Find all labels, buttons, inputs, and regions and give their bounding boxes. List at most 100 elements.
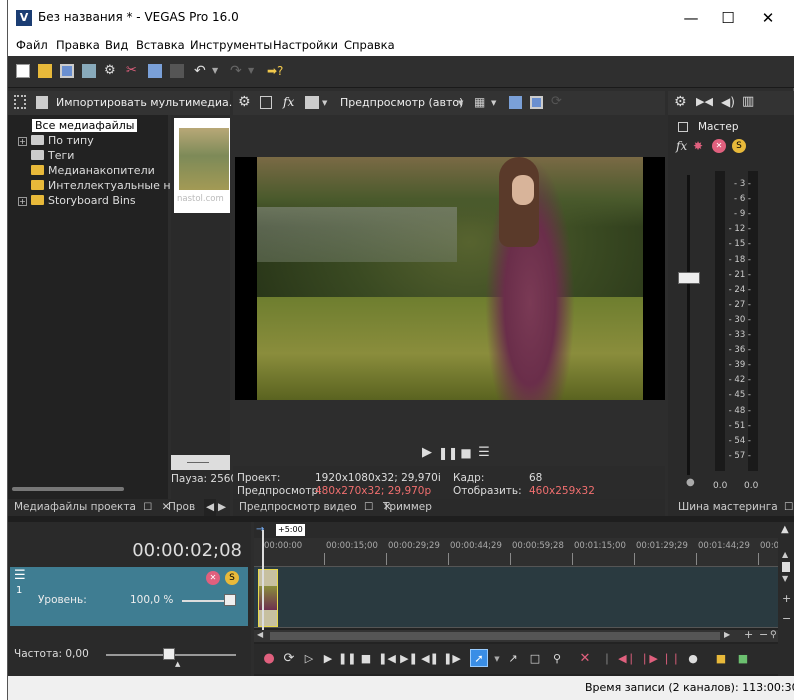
undock-icon[interactable]: ☐ bbox=[784, 501, 793, 513]
open-icon[interactable] bbox=[38, 64, 52, 78]
scroll-up-icon[interactable]: ▲ bbox=[782, 550, 788, 559]
minimize-button[interactable]: — bbox=[676, 6, 706, 30]
tab-trimmer[interactable]: Триммер bbox=[383, 499, 432, 516]
play-icon[interactable]: ▶ bbox=[418, 444, 436, 462]
undock-icon[interactable]: ☐ bbox=[143, 502, 152, 513]
preview-properties-gear-icon[interactable]: ⚙ bbox=[238, 94, 251, 110]
vertical-zoom-in-icon[interactable]: + bbox=[782, 592, 791, 605]
split-screen-icon[interactable] bbox=[305, 96, 319, 109]
expand-plus-icon[interactable]: + bbox=[18, 137, 27, 146]
loop-playback-icon[interactable]: ⟳ bbox=[280, 650, 298, 668]
zoom-selection-icon[interactable]: ⚲ bbox=[548, 650, 566, 668]
tree-item-smart-bins[interactable]: Интеллектуальные наки bbox=[31, 179, 191, 192]
zoom-tool-icon[interactable]: ⚲ bbox=[770, 630, 777, 640]
timeline-stop-icon[interactable]: ■ bbox=[357, 650, 375, 668]
master-fx-icon[interactable]: fx bbox=[676, 139, 687, 153]
undock-icon[interactable]: ☐ bbox=[364, 501, 373, 513]
expand-plus-icon[interactable]: + bbox=[18, 197, 27, 206]
undo-dropdown-icon[interactable]: ▼ bbox=[212, 64, 226, 78]
tree-item-all-media[interactable]: Все медиафайлы bbox=[32, 119, 138, 132]
timeline-pause-icon[interactable]: ❚❚ bbox=[338, 650, 356, 668]
zoom-out-icon[interactable]: − bbox=[759, 628, 768, 641]
track-solo-icon[interactable]: S bbox=[225, 571, 239, 585]
delete-icon[interactable]: ✕ bbox=[576, 650, 594, 668]
timeline-scroll[interactable]: ◀ ▶ + − ⚲ bbox=[254, 628, 778, 642]
menu-edit[interactable]: Правка bbox=[56, 38, 100, 52]
rate-slider-handle[interactable] bbox=[163, 648, 175, 660]
close-button[interactable]: ✕ bbox=[753, 6, 783, 30]
previous-frame-icon[interactable]: ◀❚ bbox=[421, 650, 439, 668]
import-media-icon[interactable] bbox=[36, 96, 48, 109]
new-project-icon[interactable] bbox=[16, 64, 30, 78]
video-fx-icon[interactable]: fx bbox=[283, 95, 294, 109]
menu-view[interactable]: Вид bbox=[105, 38, 128, 52]
undo-icon[interactable]: ↶ bbox=[194, 64, 208, 78]
paste-icon[interactable] bbox=[170, 64, 184, 78]
media-scroll-area[interactable] bbox=[171, 455, 230, 470]
whats-this-help-icon[interactable]: ➡? bbox=[267, 64, 283, 78]
save-icon[interactable] bbox=[60, 64, 74, 78]
track-menu-icon[interactable]: ☰ bbox=[14, 568, 26, 583]
overlays-grid-icon[interactable]: ▦ bbox=[474, 95, 485, 109]
mute-icon[interactable]: ✕ bbox=[712, 139, 726, 153]
redo-dropdown-icon[interactable]: ▼ bbox=[248, 64, 262, 78]
track-mute-icon[interactable]: ✕ bbox=[206, 571, 220, 585]
stop-icon[interactable]: ■ bbox=[457, 444, 475, 462]
tree-item-media-drives[interactable]: Медианакопители bbox=[31, 164, 155, 177]
video-track-header[interactable]: ☰ 1 ✕ S Уровень: 100,0 % bbox=[10, 567, 248, 626]
marker-bar[interactable]: → +5:00 bbox=[254, 522, 778, 538]
master-toggle-icon[interactable] bbox=[678, 122, 688, 132]
record-icon[interactable]: ● bbox=[260, 650, 278, 668]
tree-item-tags[interactable]: Теги bbox=[31, 149, 74, 162]
trim-icon[interactable]: ❘ bbox=[598, 650, 616, 668]
zoom-in-icon[interactable]: + bbox=[744, 628, 753, 641]
downmix-icon[interactable]: ▶◀ bbox=[696, 95, 713, 108]
scroll-right-icon[interactable]: ▶ bbox=[724, 630, 730, 639]
lock-event-icon[interactable]: ● bbox=[684, 650, 702, 668]
mute-speaker-icon[interactable]: ◀) bbox=[721, 95, 735, 109]
trim-end-icon[interactable]: ❘▶ bbox=[640, 650, 658, 668]
menu-tools[interactable]: Инструменты bbox=[190, 38, 272, 52]
media-file-thumbnail[interactable]: nastol.com bbox=[174, 118, 230, 213]
maximize-button[interactable]: ☐ bbox=[713, 6, 743, 30]
redo-icon[interactable]: ↷ bbox=[230, 64, 244, 78]
render-icon[interactable] bbox=[82, 64, 96, 78]
menu-settings[interactable]: Настройки bbox=[273, 38, 338, 52]
sync-icon[interactable]: ⟳ bbox=[551, 94, 562, 109]
import-media-button[interactable]: Импортировать мультимедиа... bbox=[56, 96, 239, 109]
save-snapshot-icon[interactable] bbox=[530, 96, 543, 109]
lock-icon[interactable]: ● bbox=[686, 477, 695, 488]
menu-insert[interactable]: Вставка bbox=[136, 38, 185, 52]
preview-quality-dropdown[interactable]: Предпросмотр (авто) bbox=[340, 96, 463, 109]
master-properties-gear-icon[interactable]: ⚙ bbox=[674, 94, 687, 110]
tree-item-storyboard-bins[interactable]: + Storyboard Bins bbox=[18, 194, 136, 207]
menu-help[interactable]: Справка bbox=[344, 38, 395, 52]
timeline-scroll-thumb[interactable] bbox=[270, 632, 720, 640]
video-frame[interactable] bbox=[235, 157, 665, 400]
tab-scroll-right-icon[interactable]: ▶ bbox=[216, 499, 228, 516]
video-track-lane[interactable] bbox=[254, 566, 778, 628]
scroll-left-icon[interactable]: ◀ bbox=[257, 630, 263, 639]
vertical-zoom-out-icon[interactable]: − bbox=[782, 612, 791, 625]
vertical-scroll-thumb[interactable] bbox=[782, 562, 790, 572]
solo-icon[interactable]: S bbox=[732, 139, 746, 153]
tree-item-by-type[interactable]: + По типу bbox=[18, 134, 94, 147]
scroll-down-icon[interactable]: ▼ bbox=[782, 574, 788, 583]
insert-marker-icon[interactable]: ■ bbox=[712, 650, 730, 668]
properties-gear-icon[interactable]: ⚙ bbox=[104, 64, 118, 78]
go-to-start-icon[interactable]: ❚◀ bbox=[378, 650, 396, 668]
tab-explorer[interactable]: Пров bbox=[168, 499, 204, 516]
split-dropdown-icon[interactable]: ▼ bbox=[322, 99, 327, 107]
envelope-tool-icon[interactable]: ↗ bbox=[504, 650, 522, 668]
trim-start-icon[interactable]: ◀❘ bbox=[618, 650, 636, 668]
copy-icon[interactable] bbox=[148, 64, 162, 78]
menu-icon[interactable]: ☰ bbox=[475, 444, 493, 462]
track-level-handle[interactable] bbox=[224, 594, 236, 606]
split-icon[interactable]: ❘❘ bbox=[662, 650, 680, 668]
automation-icon[interactable]: ✸ bbox=[693, 139, 703, 153]
go-to-end-icon[interactable]: ▶❚ bbox=[400, 650, 418, 668]
tab-scroll-left-icon[interactable]: ◀ bbox=[204, 499, 216, 516]
playhead[interactable] bbox=[262, 530, 264, 630]
next-frame-icon[interactable]: ❚▶ bbox=[443, 650, 461, 668]
tree-horizontal-scrollbar[interactable] bbox=[12, 487, 124, 491]
